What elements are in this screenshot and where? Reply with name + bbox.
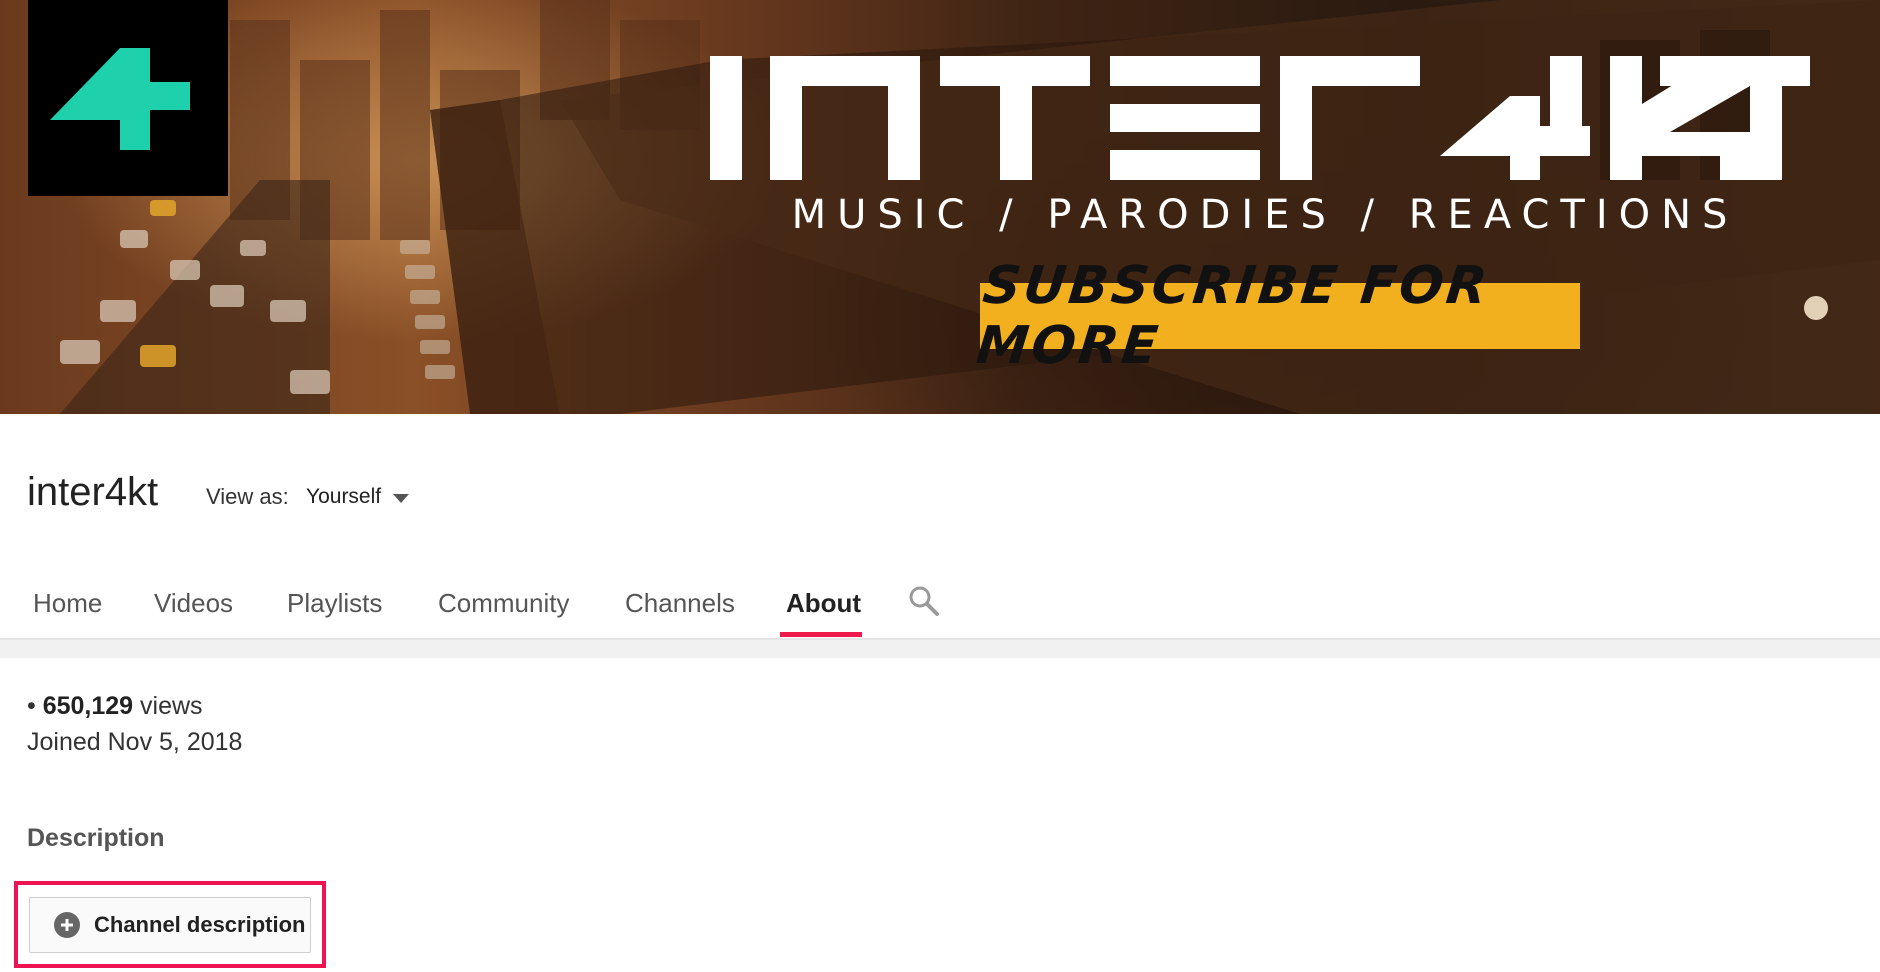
banner-tagline: MUSIC / PARODIES / REACTIONS: [791, 192, 1739, 238]
channel-tabs: Home Videos Playlists Community Channels…: [0, 560, 1880, 640]
add-channel-description-button[interactable]: Channel description: [29, 897, 311, 953]
tab-channels[interactable]: Channels: [625, 588, 735, 619]
tab-community[interactable]: Community: [438, 588, 569, 619]
views-bullet: •: [27, 692, 36, 720]
channel-description-label: Channel description: [94, 912, 306, 937]
description-heading: Description: [27, 824, 165, 852]
channel-title: inter4kt: [27, 470, 159, 514]
active-tab-indicator: [780, 632, 862, 637]
view-as-label: View as:: [206, 484, 289, 509]
subscribe-banner-badge: SUBSCRIBE FOR MORE: [974, 256, 1580, 376]
banner-wordmark: [710, 56, 1810, 180]
channel-search-button[interactable]: [908, 585, 940, 622]
tab-divider-band: [0, 640, 1880, 658]
subscribe-banner-text: SUBSCRIBE FOR MORE: [973, 256, 1493, 376]
view-as-value: Yourself: [306, 485, 382, 508]
view-as-dropdown[interactable]: Yourself: [306, 485, 410, 509]
tab-about[interactable]: About: [786, 588, 861, 619]
plus-circle-icon: [54, 912, 80, 938]
views-count: 650,129: [42, 692, 134, 720]
channel-joined-date: Joined Nov 5, 2018: [27, 728, 243, 756]
tab-videos[interactable]: Videos: [154, 588, 233, 619]
tab-playlists[interactable]: Playlists: [287, 588, 382, 619]
channel-banner: MUSIC / PARODIES / REACTIONS SUBSCRIBE F…: [0, 0, 1880, 414]
channel-views-stat: • 650,129 views: [27, 692, 203, 721]
views-suffix: views: [140, 692, 203, 720]
chevron-down-icon: [393, 493, 410, 503]
tab-home[interactable]: Home: [33, 588, 102, 619]
search-icon: [909, 586, 939, 616]
channel-avatar[interactable]: [28, 0, 228, 196]
inter4kt-logo-icon: [50, 48, 190, 150]
